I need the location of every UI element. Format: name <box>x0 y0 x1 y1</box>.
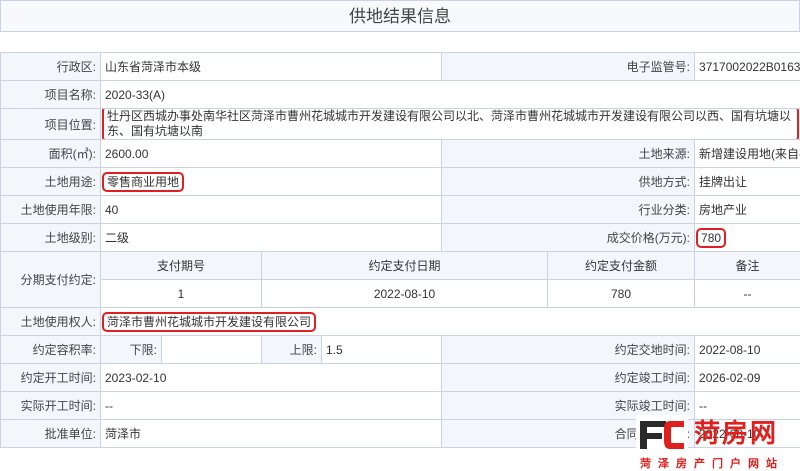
value-start-date: 2023-02-10 <box>101 364 442 392</box>
logo-brand-text: 菏房网 <box>694 413 778 450</box>
installment-header-remark: 备注 <box>695 252 800 280</box>
value-land-source: 新增建设用地(来自存量库) <box>695 140 800 168</box>
page-title: 供地结果信息 <box>0 0 800 32</box>
value-industry: 房地产业 <box>695 196 800 224</box>
value-delivery-date: 2022-08-10 <box>695 336 800 364</box>
label-land-source: 土地来源: <box>442 140 695 168</box>
site-logo: 菏房网 菏泽房产门户网站 <box>636 413 800 470</box>
value-project-location: 牡丹区西城办事处南华社区菏泽市曹州花城城市开发建设有限公司以北、菏泽市曹州花城城… <box>105 109 796 139</box>
label-project-name: 项目名称: <box>1 81 101 109</box>
label-area: 面积(㎡): <box>1 140 101 168</box>
label-industry: 行业分类: <box>442 196 695 224</box>
label-land-user: 土地使用权人: <box>1 308 101 336</box>
value-project-name: 2020-33(A) <box>101 81 800 109</box>
installment-amount: 780 <box>548 280 695 308</box>
label-region: 行政区: <box>1 53 101 81</box>
label-land-use: 土地用途: <box>1 168 101 196</box>
value-region: 山东省菏泽市本级 <box>101 53 442 81</box>
label-approver: 批准单位: <box>1 420 101 448</box>
value-approver: 菏泽市 <box>101 420 442 448</box>
label-project-location: 项目位置: <box>1 109 101 140</box>
label-plot-ratio: 约定容积率: <box>1 336 101 364</box>
label-lower: 下限: <box>101 336 162 364</box>
label-supply-method: 供地方式: <box>442 168 695 196</box>
value-land-use: 零售商业用地 <box>105 175 181 189</box>
value-use-years: 40 <box>101 196 442 224</box>
value-supervision-no: 3717002022B01633 <box>695 53 800 81</box>
logo-tagline: 菏泽房产门户网站 <box>640 455 784 471</box>
label-deal-price: 成交价格(万元): <box>442 224 695 252</box>
installment-header-amount: 约定支付金额 <box>548 252 695 280</box>
installment-date: 2022-08-10 <box>262 280 548 308</box>
land-supply-result-page: 供地结果信息 行政区: 山东省菏泽市本级 电子监管号: 3717002022B0… <box>0 0 800 470</box>
value-plot-upper: 1.5 <box>322 336 442 364</box>
logo-mark-icon <box>636 415 688 455</box>
value-finish-date: 2026-02-09 <box>695 364 800 392</box>
installment-period: 1 <box>101 280 262 308</box>
label-finish-date: 约定竣工时间: <box>442 364 695 392</box>
value-area: 2600.00 <box>101 140 442 168</box>
label-supervision-no: 电子监管号: <box>442 53 695 81</box>
value-deal-price: 780 <box>699 231 723 245</box>
value-land-grade: 二级 <box>101 224 442 252</box>
label-land-grade: 土地级别: <box>1 224 101 252</box>
label-start-date: 约定开工时间: <box>1 364 101 392</box>
installment-header-period: 支付期号 <box>101 252 262 280</box>
label-delivery-date: 约定交地时间: <box>442 336 695 364</box>
value-actual-start: -- <box>101 392 442 420</box>
label-installment: 分期支付约定: <box>1 252 101 308</box>
label-upper: 上限: <box>262 336 322 364</box>
label-actual-start: 实际开工时间: <box>1 392 101 420</box>
value-supply-method: 挂牌出让 <box>695 168 800 196</box>
value-land-user: 菏泽市曹州花城城市开发建设有限公司 <box>105 315 313 329</box>
table-row: 1 2022-08-10 780 -- <box>1 280 800 308</box>
installment-remark: -- <box>695 280 800 308</box>
label-use-years: 土地使用年限: <box>1 196 101 224</box>
land-info-table: 行政区: 山东省菏泽市本级 电子监管号: 3717002022B01633 项目… <box>0 52 800 448</box>
value-plot-lower <box>162 336 262 364</box>
installment-header-date: 约定支付日期 <box>262 252 548 280</box>
